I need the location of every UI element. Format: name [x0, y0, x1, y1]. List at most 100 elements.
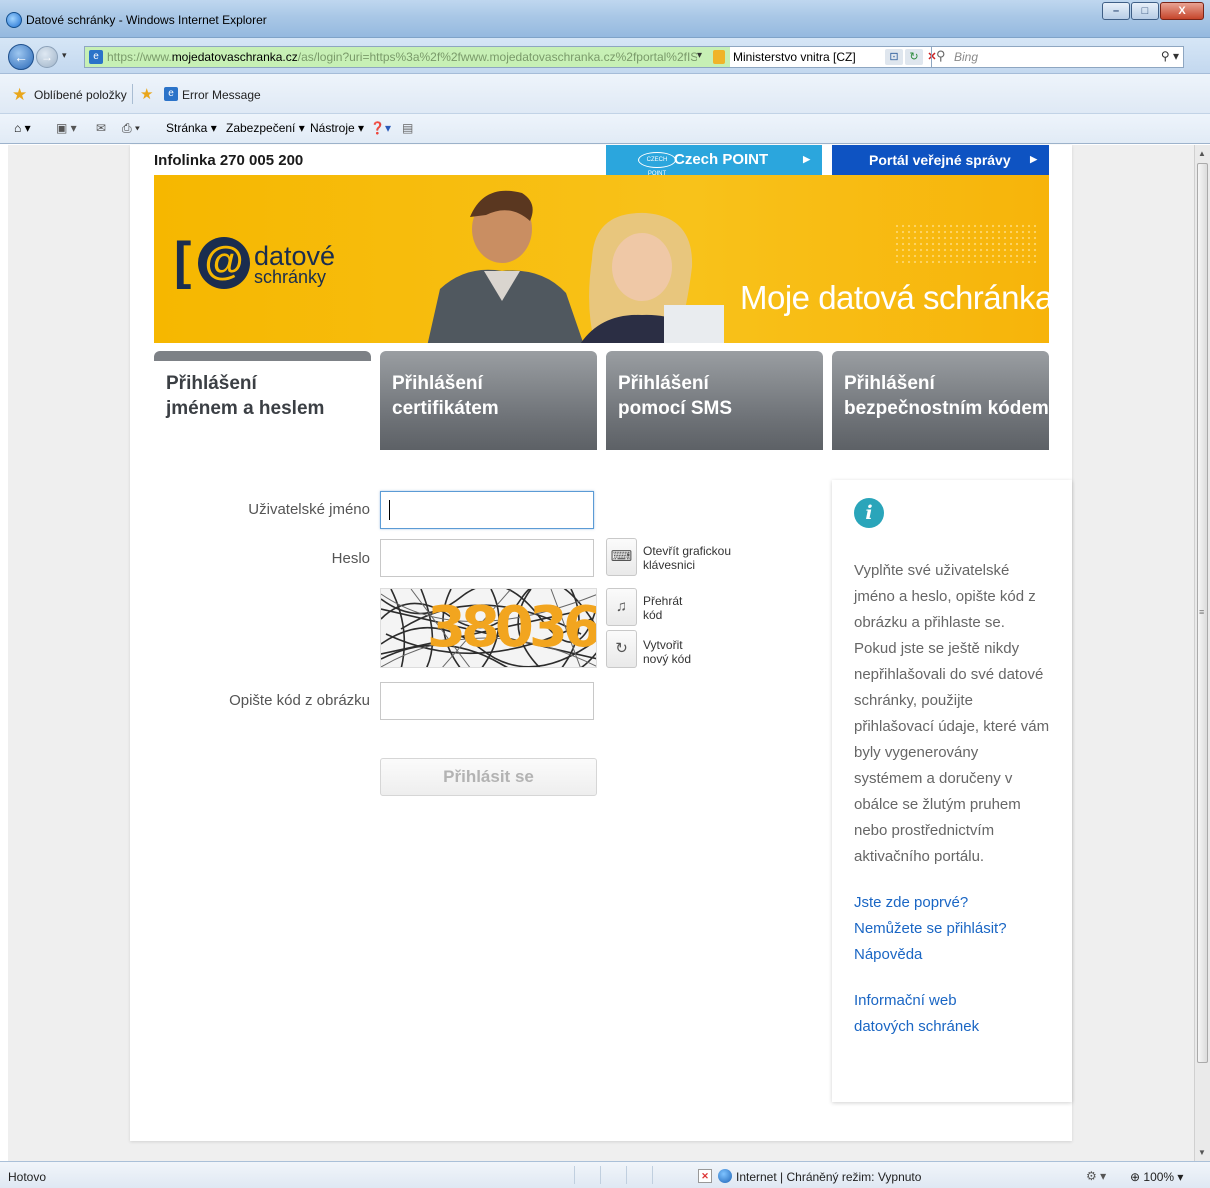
- favorite-item-error-message[interactable]: Error Message: [182, 88, 261, 102]
- minimize-button[interactable]: –: [1102, 2, 1130, 20]
- tools-menu[interactable]: Nástroje ▾: [310, 121, 364, 135]
- tab-login-certificate[interactable]: Přihlášení certifikátem: [380, 351, 597, 450]
- compatibility-view-icon[interactable]: ⊡: [885, 49, 903, 65]
- new-code-button[interactable]: ↻: [606, 630, 637, 668]
- music-note-icon: ♫: [615, 598, 628, 615]
- captcha-code: 38036: [427, 595, 597, 660]
- protected-mode-icon[interactable]: ✕: [698, 1169, 712, 1183]
- window-title: Datové schránky - Windows Internet Explo…: [26, 13, 267, 27]
- new-code-label-line2: nový kód: [643, 652, 692, 666]
- scrollbar-grip-icon: ≡: [1199, 607, 1205, 617]
- status-divider: [626, 1166, 627, 1184]
- back-button[interactable]: ←: [8, 44, 34, 70]
- favorites-button[interactable]: Oblíbené položky: [34, 88, 127, 102]
- address-field[interactable]: e https://www.mojedatovaschranka.cz/as/l…: [84, 46, 1184, 68]
- play-code-label[interactable]: Přehrát kód: [643, 594, 682, 622]
- virtual-keyboard-label[interactable]: Otevřít grafickou klávesnici: [643, 544, 731, 572]
- info-web-link[interactable]: Informační web datových schránek: [854, 988, 1054, 1040]
- logo-bracket-icon: [: [174, 232, 192, 290]
- mail-icon[interactable]: ✉: [96, 121, 106, 135]
- keyboard-icon: ⌨: [610, 548, 633, 565]
- password-input[interactable]: [380, 539, 594, 577]
- certificate-label[interactable]: Ministerstvo vnitra [CZ]: [733, 50, 856, 64]
- url-domain: mojedatovaschranka.cz: [171, 50, 298, 64]
- window-titlebar: Datové schránky - Windows Internet Explo…: [0, 0, 1210, 38]
- login-submit-button[interactable]: Přihlásit se: [380, 758, 597, 796]
- status-text: Hotovo: [8, 1170, 47, 1184]
- vertical-scrollbar[interactable]: ▲ ≡ ▼: [1194, 145, 1210, 1161]
- play-code-button[interactable]: ♫: [606, 588, 637, 626]
- favorites-separator: [132, 84, 133, 104]
- public-portal-link[interactable]: Portál veřejné správy ▶: [832, 145, 1049, 175]
- maximize-button[interactable]: □: [1131, 2, 1159, 20]
- lock-icon[interactable]: [713, 50, 725, 64]
- help-link[interactable]: Nápověda: [854, 942, 1054, 968]
- cannot-login-link[interactable]: Nemůžete se přihlásit?: [854, 916, 1054, 942]
- help-icon[interactable]: ❓▾: [370, 121, 391, 135]
- status-divider: [600, 1166, 601, 1184]
- page-favicon-icon: e: [89, 50, 103, 64]
- refresh-icon: ↻: [615, 640, 628, 657]
- info-web-link-line2: datových schránek: [854, 1018, 980, 1035]
- refresh-icon[interactable]: ↻: [905, 49, 923, 65]
- history-dropdown-icon[interactable]: ▾: [62, 50, 67, 61]
- virtual-keyboard-button[interactable]: ⌨: [606, 538, 637, 576]
- tab-label: Přihlášení pomocí SMS: [618, 371, 732, 421]
- maximize-icon: □: [1141, 5, 1149, 17]
- tab-label: Přihlášení jménem a heslem: [166, 371, 324, 421]
- security-menu[interactable]: Zabezpečení ▾: [226, 121, 305, 135]
- help-links: Jste zde poprvé? Nemůžete se přihlásit? …: [854, 890, 1054, 968]
- tab-login-sms[interactable]: Přihlášení pomocí SMS: [606, 351, 823, 450]
- banner-dot-pattern: [894, 223, 1039, 263]
- tab-login-security-code[interactable]: Přihlášení bezpečnostním kódem: [832, 351, 1049, 450]
- new-code-label[interactable]: Vytvořit nový kód: [643, 638, 691, 666]
- tab-label: Přihlášení certifikátem: [392, 371, 499, 421]
- tab-login-password[interactable]: Přihlášení jménem a heslem: [154, 351, 371, 450]
- hotline-text: Infolinka 270 005 200: [154, 152, 304, 169]
- security-zone-text[interactable]: Internet | Chráněný režim: Vypnuto: [736, 1170, 921, 1184]
- tab-label: Přihlášení bezpečnostním kódem: [844, 371, 1049, 421]
- research-icon[interactable]: ▤: [402, 121, 413, 135]
- arrow-right-icon: ▶: [1030, 154, 1037, 164]
- tab-label-line2: certifikátem: [392, 398, 499, 419]
- print-icon[interactable]: ⎙ ▾: [122, 121, 140, 136]
- search-box[interactable]: ⚲ Bing ⚲ ▾: [931, 46, 1183, 68]
- status-divider: [652, 1166, 653, 1184]
- status-divider: [574, 1166, 575, 1184]
- page-menu[interactable]: Stránka ▾: [166, 121, 217, 135]
- add-ons-icon[interactable]: ⚙ ▾: [1086, 1169, 1106, 1183]
- username-input[interactable]: [380, 491, 594, 529]
- scroll-up-icon[interactable]: ▲: [1198, 149, 1206, 158]
- close-icon: X: [1178, 5, 1186, 17]
- info-icon: i: [854, 498, 884, 528]
- logo-word-2: schránky: [254, 267, 327, 287]
- feeds-icon[interactable]: ▣ ▾: [56, 121, 77, 135]
- captcha-input[interactable]: [380, 682, 594, 720]
- favorites-bar: ★ Oblíbené položky ★ e Error Message: [0, 74, 1210, 114]
- search-go-icon[interactable]: ⚲ ▾: [1161, 49, 1179, 63]
- new-code-label-line1: Vytvořit: [643, 638, 683, 652]
- url-dropdown-icon[interactable]: ▾: [697, 50, 702, 61]
- status-bar: Hotovo ✕ Internet | Chráněný režim: Vypn…: [0, 1161, 1210, 1188]
- tab-label-line2: pomocí SMS: [618, 398, 733, 419]
- password-label: Heslo: [331, 550, 370, 567]
- forward-button[interactable]: →: [36, 46, 58, 68]
- add-favorite-icon[interactable]: ★: [140, 85, 153, 103]
- home-icon[interactable]: ⌂ ▾: [14, 121, 31, 135]
- first-time-link[interactable]: Jste zde poprvé?: [854, 890, 1054, 916]
- tab-label-line1: Přihlášení: [618, 373, 709, 394]
- url-path: /as/login?uri=https%3a%2f%2fwww.mojedato…: [297, 50, 697, 64]
- favorites-star-icon[interactable]: ★: [12, 85, 27, 105]
- czech-point-label: Czech POINT: [674, 151, 769, 168]
- arrow-right-icon: ▶: [803, 154, 810, 164]
- info-web-links: Informační web datových schránek: [854, 988, 1054, 1040]
- czech-point-link[interactable]: CZECH POINT Czech POINT ▶: [606, 145, 822, 177]
- close-window-button[interactable]: X: [1160, 2, 1204, 20]
- info-panel: i Vyplňte své uživatelské jméno a heslo,…: [832, 480, 1072, 1102]
- zoom-level[interactable]: ⊕ 100% ▾: [1130, 1170, 1183, 1184]
- play-code-label-line1: Přehrát: [643, 594, 683, 608]
- scroll-down-icon[interactable]: ▼: [1198, 1148, 1206, 1157]
- header-banner: [ @ datové schránky Moje datová schránka: [154, 175, 1049, 343]
- url-text[interactable]: https://www.mojedatovaschranka.cz/as/log…: [107, 50, 697, 64]
- minimize-icon: –: [1112, 5, 1120, 17]
